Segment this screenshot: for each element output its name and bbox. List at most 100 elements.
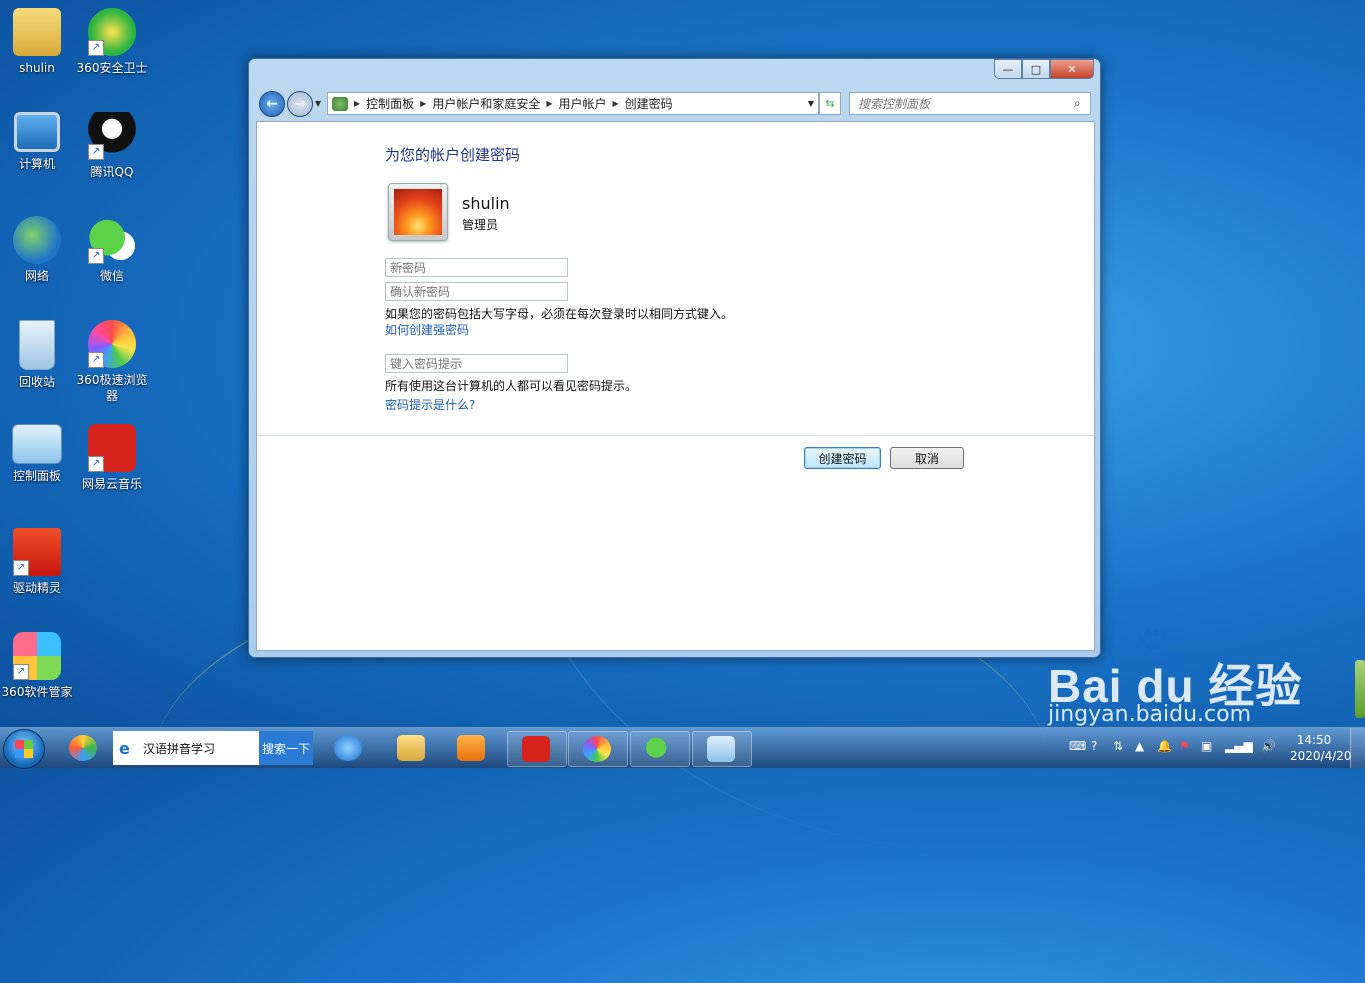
- taskbar-media-player[interactable]: [443, 731, 499, 765]
- wechat-icon: [645, 736, 673, 762]
- desktop-icon-driver-genius[interactable]: ↗ 驱动精灵: [1, 528, 73, 596]
- taskbar-360-browser[interactable]: [568, 731, 628, 767]
- taskbar-ie[interactable]: [320, 731, 376, 765]
- breadcrumb-arrow-icon[interactable]: ▶: [546, 99, 552, 108]
- desktop-icon-label: 回收站: [18, 375, 55, 389]
- notification-bell-icon[interactable]: 🔔: [1157, 739, 1172, 753]
- qq-penguin-icon: ↗: [88, 112, 136, 160]
- netease-music-icon: ↗: [88, 424, 136, 472]
- refresh-button[interactable]: ⇆: [819, 92, 841, 115]
- desktop-icon-user-folder[interactable]: shulin: [1, 8, 73, 76]
- desktop-icon-360-safe[interactable]: ↗ 360安全卫士: [76, 8, 148, 76]
- desktop-icon-label: 计算机: [18, 157, 55, 171]
- new-password-field[interactable]: [385, 258, 568, 277]
- back-button[interactable]: ←: [259, 91, 285, 117]
- what-is-hint-link[interactable]: 密码提示是什么?: [385, 396, 475, 413]
- desktop-icon-qq[interactable]: ↗ 腾讯QQ: [76, 112, 148, 180]
- show-desktop-button[interactable]: [1350, 728, 1365, 768]
- desktop-icon-network[interactable]: 网络: [1, 216, 73, 284]
- shortcut-arrow-icon: ↗: [13, 664, 29, 680]
- desktop-icon-360-software[interactable]: ↗ 360软件管家: [1, 632, 73, 700]
- address-dropdown-icon[interactable]: ▼: [808, 99, 814, 108]
- desktop-icon-label: 腾讯QQ: [90, 165, 134, 179]
- desktop-icon-wechat[interactable]: ↗ 微信: [76, 216, 148, 284]
- breadcrumb-arrow-icon[interactable]: ▶: [613, 99, 619, 108]
- shortcut-arrow-icon: ↗: [88, 248, 104, 264]
- recent-pages-dropdown[interactable]: ▼: [315, 99, 321, 108]
- desktop-icon-netease-music[interactable]: ↗ 网易云音乐: [76, 424, 148, 492]
- search-box[interactable]: ⌕: [849, 92, 1091, 115]
- desktop-icon-control-panel[interactable]: 控制面板: [1, 424, 73, 484]
- network-globe-icon: [13, 216, 61, 264]
- taskbar-360-safe[interactable]: [55, 731, 111, 765]
- breadcrumb-arrow-icon[interactable]: ▶: [420, 99, 426, 108]
- taskbar-search-text: 汉语拼音学习: [143, 741, 216, 756]
- user-avatar: [388, 183, 448, 241]
- wechat-icon: ↗: [88, 216, 136, 264]
- clock[interactable]: 14:50 2020/4/20: [1290, 732, 1352, 764]
- volume-icon[interactable]: 🔊: [1261, 739, 1276, 753]
- search-input[interactable]: [850, 95, 1074, 112]
- side-scroll-indicator: [1355, 660, 1365, 718]
- taskbar-search-widget: e 汉语拼音学习 搜索一下: [113, 731, 313, 765]
- action-center-flag-icon[interactable]: ⚑: [1179, 739, 1190, 753]
- desktop-icon-label: 360安全卫士: [76, 61, 148, 75]
- control-panel-icon: [12, 424, 62, 464]
- netease-music-icon: [522, 736, 550, 762]
- desktop-icon-label: shulin: [19, 61, 55, 75]
- network-signal-icon[interactable]: ▂▄▆: [1225, 739, 1253, 753]
- minimize-button[interactable]: —: [994, 59, 1022, 79]
- address-bar[interactable]: ▶ 控制面板 ▶ 用户帐户和家庭安全 ▶ 用户帐户 ▶ 创建密码 ▼: [327, 92, 819, 115]
- refresh-icon: ⇆: [825, 97, 835, 110]
- cancel-button[interactable]: 取消: [890, 447, 964, 469]
- forward-arrow-icon: →: [294, 96, 306, 112]
- 360-safe-icon: ↗: [88, 8, 136, 56]
- taskbar-netease-music[interactable]: [507, 731, 567, 767]
- desktop-icon-360-browser[interactable]: ↗ 360极速浏览器: [76, 320, 148, 404]
- taskbar-explorer[interactable]: [383, 731, 439, 765]
- breadcrumb-user-accounts-family[interactable]: 用户帐户和家庭安全: [432, 95, 540, 112]
- desktop-icon-label: 驱动精灵: [12, 581, 61, 595]
- forward-button[interactable]: →: [287, 91, 313, 117]
- flower-picture-icon: [394, 189, 442, 235]
- windows-logo-icon: [15, 740, 33, 758]
- maximize-button[interactable]: □: [1022, 59, 1050, 79]
- security-icon[interactable]: ▣: [1201, 739, 1212, 753]
- help-icon[interactable]: ?: [1091, 739, 1097, 753]
- taskbar-control-panel[interactable]: [692, 731, 752, 767]
- start-button[interactable]: [3, 729, 45, 769]
- control-panel-small-icon: [332, 96, 348, 111]
- keyboard-icon[interactable]: ⌨: [1069, 739, 1086, 753]
- breadcrumb-arrow-icon[interactable]: ▶: [354, 99, 360, 108]
- shortcut-arrow-icon: ↗: [88, 144, 104, 160]
- media-player-icon: [457, 735, 485, 761]
- folder-user-icon: [13, 8, 61, 56]
- page-title: 为您的帐户创建密码: [385, 146, 521, 164]
- strong-password-link[interactable]: 如何创建强密码: [385, 321, 469, 338]
- password-hint-field[interactable]: [385, 354, 568, 373]
- watermark-url: jingyan.baidu.com: [1048, 702, 1252, 727]
- search-icon[interactable]: ⌕: [1074, 96, 1090, 111]
- taskbar-search-button[interactable]: 搜索一下: [259, 731, 313, 765]
- breadcrumb-create-password[interactable]: 创建密码: [625, 95, 673, 112]
- file-explorer-icon: [397, 735, 425, 761]
- confirm-password-field[interactable]: [385, 282, 568, 301]
- shortcut-arrow-icon: ↗: [13, 560, 29, 576]
- desktop-icon-recycle-bin[interactable]: 回收站: [1, 320, 73, 390]
- navigation-bar: ← → ▼ ▶ 控制面板 ▶ 用户帐户和家庭安全 ▶ 用户帐户 ▶ 创建密码 ▼…: [257, 89, 1092, 117]
- breadcrumb-user-accounts[interactable]: 用户帐户: [559, 95, 607, 112]
- desktop-icon-label: 360软件管家: [1, 685, 73, 699]
- show-hidden-icons-icon[interactable]: ▲: [1135, 739, 1144, 753]
- input-method-icon[interactable]: ⇅: [1113, 739, 1123, 753]
- desktop-icon-label: 网易云音乐: [81, 477, 142, 491]
- taskbar-search-box[interactable]: e 汉语拼音学习: [113, 731, 259, 765]
- breadcrumb-control-panel[interactable]: 控制面板: [366, 95, 414, 112]
- close-button[interactable]: ✕: [1050, 59, 1094, 79]
- 360-guard-icon: [69, 735, 97, 761]
- caption-buttons: — □ ✕: [994, 59, 1094, 79]
- clock-date: 2020/4/20: [1290, 749, 1352, 763]
- taskbar: e 汉语拼音学习 搜索一下 ⌨ ? ⇅ ▲ 🔔 ⚑ ▣ ▂▄▆ 🔊 14:50 …: [0, 727, 1365, 769]
- taskbar-wechat[interactable]: [630, 731, 690, 767]
- desktop-icon-computer[interactable]: 计算机: [1, 112, 73, 172]
- create-password-button[interactable]: 创建密码: [804, 447, 881, 469]
